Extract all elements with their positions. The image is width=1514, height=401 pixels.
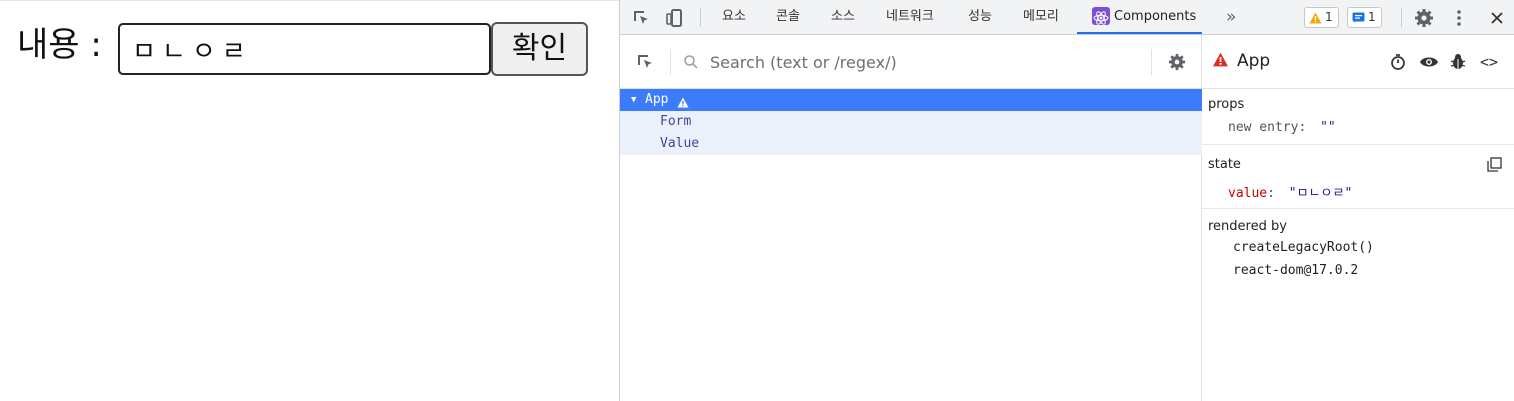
confirm-button[interactable]: 확인 <box>491 22 588 76</box>
messages-badge[interactable]: 1 <box>1347 7 1382 28</box>
inspect-element-icon[interactable] <box>630 7 652 29</box>
rendered-by-section: rendered by createLegacyRoot() react-dom… <box>1202 209 1514 289</box>
content-input[interactable] <box>118 23 491 75</box>
tree-row-form[interactable]: Form <box>620 111 1202 133</box>
tab-elements[interactable]: 요소 <box>722 0 746 35</box>
state-title: state <box>1208 157 1241 172</box>
tab-components[interactable]: Components <box>1092 0 1196 35</box>
rendered-by-item[interactable]: createLegacyRoot() <box>1233 240 1374 255</box>
tree-row-label: Form <box>660 114 692 129</box>
prop-key[interactable]: new entry: "" <box>1228 120 1336 135</box>
tab-components-label: Components <box>1114 9 1197 24</box>
view-source-icon[interactable]: <> <box>1480 53 1498 71</box>
select-element-icon[interactable] <box>634 51 656 73</box>
search-row <box>620 35 1202 89</box>
warnings-count: 1 <box>1325 10 1333 24</box>
close-icon[interactable] <box>1486 7 1508 29</box>
warnings-badge[interactable]: 1 <box>1304 7 1339 28</box>
tree-row-app[interactable]: ▼ App <box>620 89 1202 111</box>
expand-triangle-icon[interactable]: ▼ <box>631 89 636 111</box>
search-input[interactable] <box>710 49 1140 75</box>
props-section: props new entry: "" <box>1202 89 1514 145</box>
tree-row-label: Value <box>660 136 700 151</box>
prop-value[interactable]: "" <box>1320 120 1336 135</box>
tab-performance[interactable]: 성능 <box>968 0 992 35</box>
copy-icon[interactable] <box>1487 157 1502 176</box>
device-toolbar-icon[interactable] <box>664 7 686 29</box>
active-tab-indicator <box>1077 32 1202 34</box>
react-icon <box>1092 6 1110 25</box>
tree-row-label: App <box>645 92 669 107</box>
tab-memory[interactable]: 메모리 <box>1023 0 1059 35</box>
stopwatch-icon[interactable] <box>1389 53 1407 75</box>
rendered-by-item[interactable]: react-dom@17.0.2 <box>1233 263 1358 278</box>
state-key: value <box>1228 186 1268 201</box>
error-warning-icon <box>1212 52 1229 71</box>
component-tree-pane: ▼ App Form Value <box>620 35 1202 401</box>
content-label: 내용 : <box>17 25 102 65</box>
tree-row-value[interactable]: Value <box>620 133 1202 155</box>
bug-icon[interactable] <box>1450 53 1466 75</box>
devtools-panel: 요소 콘솔 소스 네트워크 성능 메모리 Components » 1 1 Se… <box>619 0 1514 401</box>
state-entry[interactable]: value: "ㅁㄴㅇㄹ" <box>1228 182 1352 201</box>
tab-network[interactable]: 네트워크 <box>886 0 934 35</box>
state-section: state value: "ㅁㄴㅇㄹ" <box>1202 145 1514 209</box>
search-icon <box>680 51 702 73</box>
props-title: props <box>1208 97 1245 112</box>
warning-icon <box>1309 12 1322 23</box>
rendered-by-title: rendered by <box>1208 219 1287 234</box>
more-options-icon[interactable] <box>1448 7 1470 29</box>
settings-gear-icon[interactable] <box>1413 7 1435 29</box>
state-value[interactable]: "ㅁㄴㅇㄹ" <box>1289 186 1353 201</box>
app-page: 내용 : 확인 <box>0 0 619 401</box>
eye-icon[interactable] <box>1419 54 1439 74</box>
tree-settings-gear-icon[interactable] <box>1166 51 1188 73</box>
inspector-header: App <> <box>1202 35 1514 89</box>
selected-component-name: App <box>1237 51 1271 71</box>
tab-console[interactable]: 콘솔 <box>776 0 800 35</box>
tab-sources[interactable]: 소스 <box>831 0 855 35</box>
more-tabs-icon[interactable]: » <box>1226 0 1236 35</box>
messages-count: 1 <box>1368 10 1376 24</box>
message-icon <box>1352 12 1365 22</box>
inspector-pane: App <> props new entry: "" state value: … <box>1202 35 1514 401</box>
devtools-tabbar: 요소 콘솔 소스 네트워크 성능 메모리 Components » 1 1 <box>620 0 1514 35</box>
